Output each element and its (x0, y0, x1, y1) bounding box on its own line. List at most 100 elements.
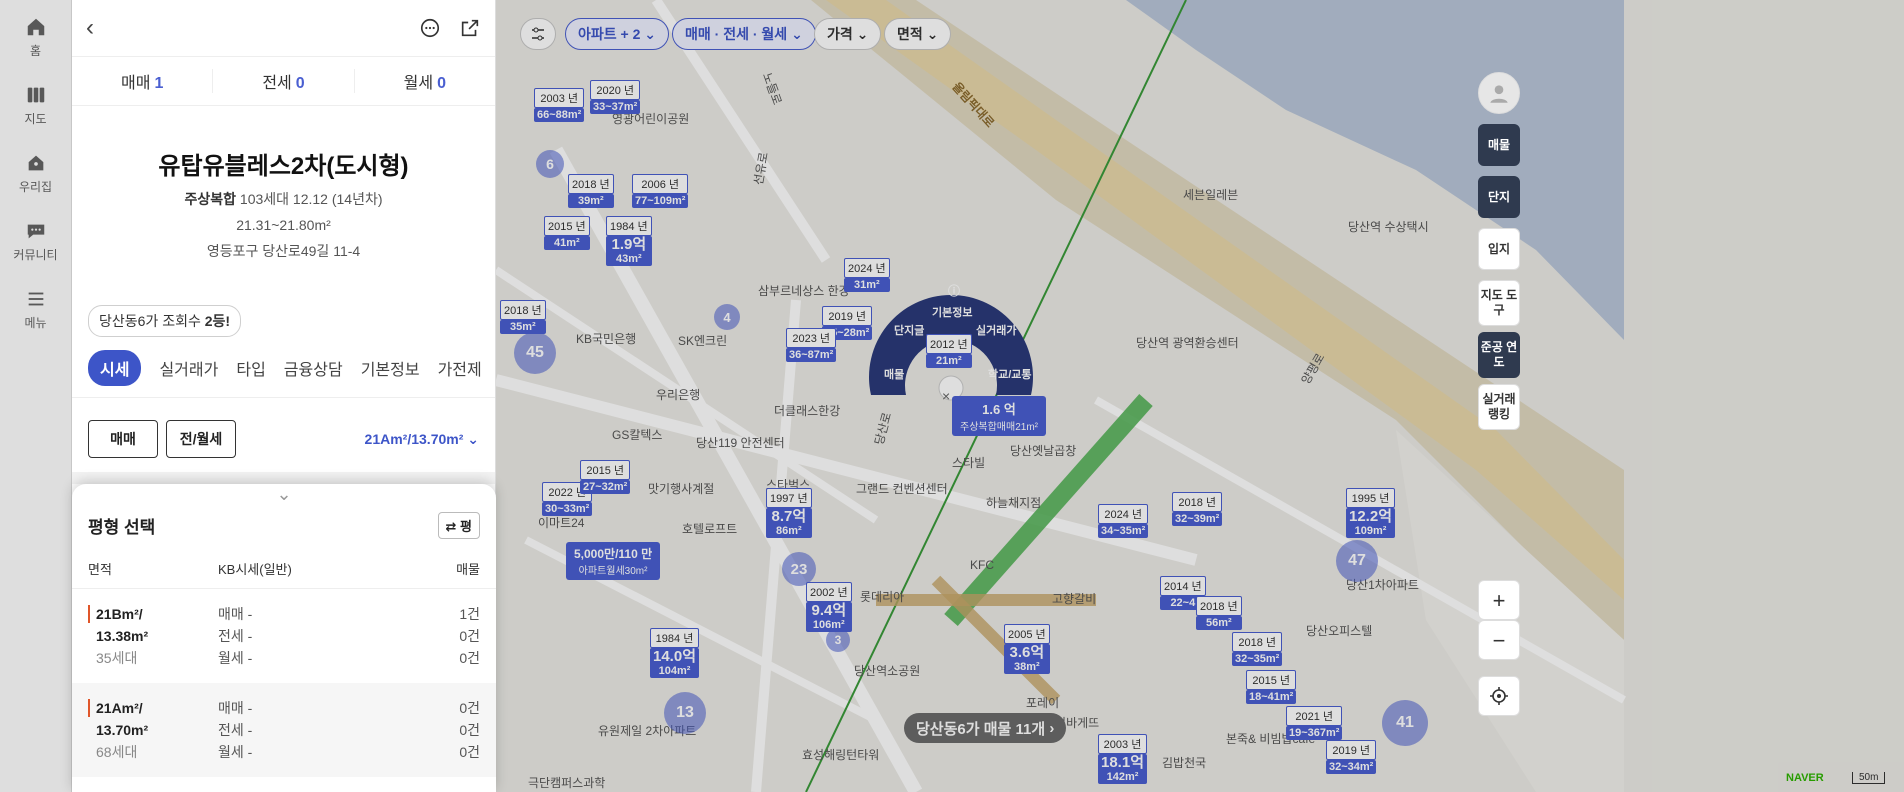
radial-real-price[interactable]: 실거래가 (976, 322, 1016, 338)
zoom-out-button[interactable]: − (1478, 620, 1520, 660)
sheet-pyeong-toggle[interactable]: ⇄ 평 (437, 512, 480, 539)
listing-count-banner[interactable]: 당산동6가 매물 11개 › (904, 713, 1067, 743)
complex-area: 21.31~21.80m² (236, 217, 331, 233)
subtab-type[interactable]: 타입 (236, 356, 265, 380)
complex-marker[interactable]: 2023 년 36~87m² (786, 328, 837, 362)
close-icon[interactable]: × (942, 388, 950, 404)
area-select[interactable]: 21Am²/13.70m² ⌄ (365, 431, 479, 448)
cluster-marker[interactable]: 23 (782, 552, 816, 586)
rent-marker[interactable]: 5,000만/110 만 아파트월세30m² (566, 542, 661, 580)
complex-marker[interactable]: 2024 년 34~35m² (1098, 504, 1149, 538)
menu-icon (28, 292, 43, 306)
map-canvas[interactable]: 아파트 + 2 ⌄ 매매 · 전세 · 월세 ⌄ 가격 ⌄ 면적 ⌄ 올림픽대로… (496, 0, 1904, 792)
map-layer-location[interactable]: 입지 (1478, 228, 1520, 270)
selected-price-tooltip[interactable]: 1.6 억 주상복합매매21m² (952, 396, 1046, 436)
complex-marker[interactable]: 2020 년 33~37m² (590, 80, 641, 114)
deal-count-tabs: 매매 1 전세 0 월세 0 (72, 56, 495, 106)
place-label: SK엔크린 (678, 334, 728, 348)
place-label: 당산옛날곱창 (1010, 444, 1077, 458)
selected-complex-marker[interactable]: 2012 년 21m² (926, 334, 972, 368)
cluster-marker[interactable]: 45 (514, 332, 556, 374)
complex-marker[interactable]: 2021 년 19~367m² (1286, 706, 1343, 740)
area-row[interactable]: 21Bm²/13.38m² 35세대 매매 - 전세 - 월세 - 1건 0건 0건 (72, 589, 496, 683)
nav-home[interactable]: 홈 (0, 16, 71, 68)
complex-marker[interactable]: 2015 년 18~41m² (1246, 670, 1297, 704)
map-layer-complex[interactable]: 단지 (1478, 176, 1520, 218)
my-location-button[interactable] (1478, 676, 1520, 716)
area-row[interactable]: 21Am²/13.70m² 68세대 매매 - 전세 - 월세 - 0건 0건 0건 (72, 683, 496, 777)
complex-marker[interactable]: 2018 년 32~35m² (1232, 632, 1283, 666)
cluster-marker[interactable]: 13 (664, 692, 706, 734)
chevron-down-icon: ⌄ (926, 25, 939, 42)
complex-marker[interactable]: 1995 년 12.2억 109m² (1346, 488, 1395, 538)
radial-basic-info[interactable]: 기본정보 (932, 304, 972, 320)
price-controls: 매매 전/월세 21Am²/13.70m² ⌄ (72, 420, 495, 458)
complex-marker[interactable]: 2019 년 32~34m² (1326, 740, 1377, 774)
cluster-marker[interactable]: 41 (1382, 700, 1428, 746)
cluster-marker[interactable]: 47 (1336, 540, 1378, 582)
zoom-in-button[interactable]: + (1478, 580, 1520, 620)
tab-monthly[interactable]: 월세 0 (355, 69, 495, 93)
map-tools-button[interactable]: 지도 도구 (1478, 280, 1520, 326)
complex-marker[interactable]: 2015 년 27~32m² (580, 460, 631, 494)
complex-marker[interactable]: 1984 년 1.9억 43m² (606, 216, 652, 266)
nav-community[interactable]: 커뮤니티 (0, 220, 71, 272)
chat-icon[interactable] (419, 17, 441, 39)
chevron-down-icon: ⌄ (856, 25, 869, 42)
subtab-finance[interactable]: 금융상담 (284, 356, 343, 380)
nav-menu[interactable]: 메뉴 (0, 288, 71, 340)
complex-marker[interactable]: 2002 년 9.4억 106m² (806, 582, 852, 632)
place-label: 세븐일레븐 (1183, 188, 1239, 202)
filter-deal-type[interactable]: 매매 · 전세 · 월세 ⌄ (672, 18, 816, 50)
complex-marker[interactable]: 2003 년 18.1억 142m² (1098, 734, 1147, 784)
map-base (496, 0, 1626, 792)
complex-marker[interactable]: 2018 년 56m² (1196, 596, 1242, 630)
chevron-down-icon[interactable]: ⌄ (72, 484, 496, 504)
sliders-icon (532, 27, 544, 41)
subtab-real-price[interactable]: 실거래가 (159, 356, 218, 380)
map-icon (27, 87, 44, 103)
complex-marker[interactable]: 1997 년 8.7억 86m² (766, 488, 812, 538)
rent-button[interactable]: 전/월세 (166, 420, 236, 458)
complex-marker[interactable]: 2005 년 3.6억 38m² (1004, 624, 1050, 674)
crosshair-icon (1490, 687, 1508, 705)
nav-my-home[interactable]: 우리집 (0, 152, 71, 204)
filter-price[interactable]: 가격 ⌄ (814, 18, 882, 50)
subtab-basic-info[interactable]: 기본정보 (361, 356, 420, 380)
sale-button[interactable]: 매매 (88, 420, 158, 458)
filter-area[interactable]: 면적 ⌄ (884, 18, 952, 50)
place-label: 당산119 안전센터 (696, 436, 785, 450)
profile-avatar[interactable] (1478, 72, 1520, 114)
complex-marker[interactable]: 2006 년 77~109m² (632, 174, 689, 208)
back-icon[interactable]: ‹ (86, 14, 94, 42)
tab-sale[interactable]: 매매 1 (72, 69, 214, 93)
sheet-header: 면적 KB시세(일반) 매물 (72, 559, 496, 589)
tab-jeonse[interactable]: 전세 0 (213, 69, 355, 93)
complex-marker[interactable]: 2024 년 31m² (844, 258, 890, 292)
complex-marker[interactable]: 2003 년 66~88m² (534, 88, 585, 122)
area-indicator (88, 699, 90, 717)
subtab-price[interactable]: 시세 (88, 350, 142, 386)
complex-marker[interactable]: 2018 년 39m² (568, 174, 614, 208)
map-layer-listings[interactable]: 매물 (1478, 124, 1520, 166)
place-label: 그랜드 컨벤션센터 (856, 482, 948, 496)
nav-map[interactable]: 지도 (0, 84, 71, 136)
radial-listings[interactable]: 매물 (884, 366, 904, 382)
cluster-marker[interactable]: 4 (714, 304, 740, 330)
complex-marker[interactable]: 2018 년 32~39m² (1172, 492, 1223, 526)
radial-school-transport[interactable]: 학교/교통 (988, 366, 1032, 382)
share-icon[interactable] (459, 17, 481, 39)
map-scale: 50m (1852, 772, 1886, 784)
cluster-marker[interactable]: 6 (536, 150, 564, 178)
complex-marker[interactable]: 2018 년 35m² (500, 300, 546, 334)
place-label: 호텔로프트 (682, 522, 738, 536)
filter-settings-button[interactable] (520, 18, 556, 50)
complex-marker[interactable]: 1984 년 14.0억 104m² (650, 628, 699, 678)
radial-complex-posts[interactable]: 단지글 (894, 322, 924, 338)
complex-marker[interactable]: 2015 년 41m² (544, 216, 590, 250)
subtab-appliances[interactable]: 가전제 (438, 356, 482, 380)
place-label: 당산역 광역환승센터 (1136, 336, 1239, 350)
filter-property-type[interactable]: 아파트 + 2 ⌄ (565, 18, 670, 50)
map-build-year-button[interactable]: 준공 연도 (1478, 332, 1520, 378)
map-price-ranking-button[interactable]: 실거래 랭킹 (1478, 384, 1520, 430)
